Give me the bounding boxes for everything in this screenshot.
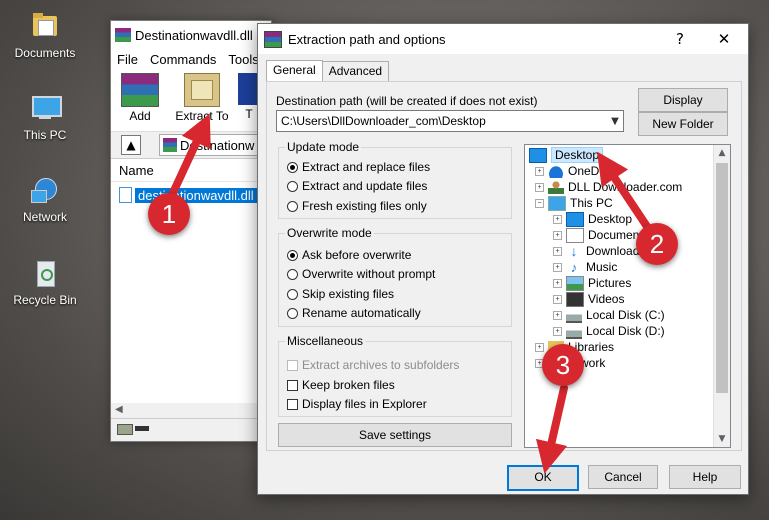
step-badge-2: 2 (636, 223, 678, 265)
arrow-2 (597, 151, 652, 232)
arrow-3 (535, 384, 568, 474)
step-badge-3: 3 (542, 344, 584, 386)
step-badge-1: 1 (148, 193, 190, 235)
arrow-1 (168, 113, 211, 199)
